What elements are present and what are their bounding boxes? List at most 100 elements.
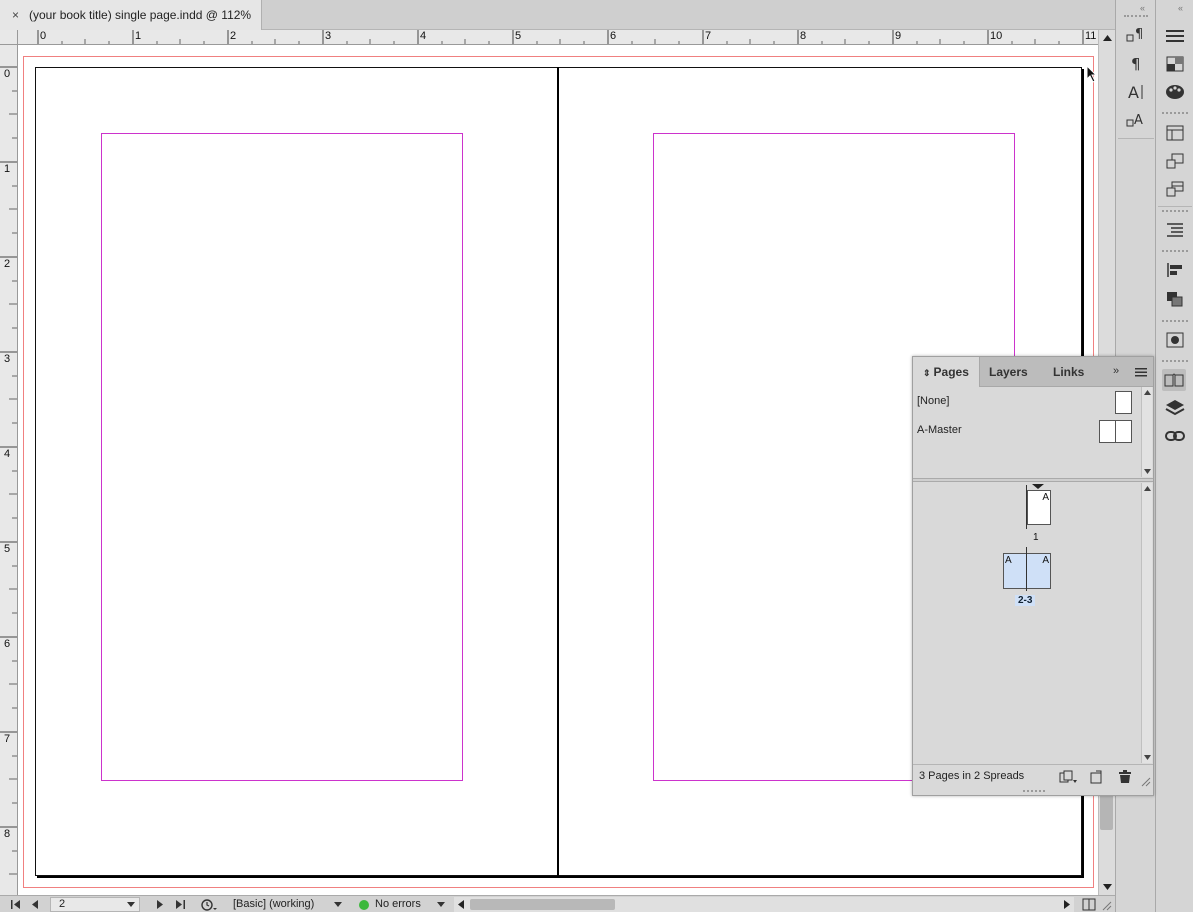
panel-section-divider[interactable] (913, 478, 1153, 482)
object-styles-icon[interactable] (1163, 150, 1187, 172)
next-page-icon[interactable] (155, 899, 165, 910)
master-none[interactable]: [None] (917, 395, 949, 407)
collapse-dock-icon[interactable]: « (1178, 3, 1183, 13)
scroll-up-arrow-icon[interactable] (1099, 32, 1116, 44)
pages-scrollbar[interactable] (1141, 483, 1152, 763)
double-chevron-icon[interactable]: » (1113, 365, 1119, 377)
align-icon[interactable] (1163, 259, 1187, 281)
scroll-right-arrow-icon[interactable] (1062, 899, 1072, 910)
left-page-margin-guide (101, 133, 463, 781)
ruler-label: 0 (40, 30, 47, 42)
page-1-label[interactable]: 1 (1033, 532, 1039, 543)
master-a-right-thumbnail[interactable] (1115, 420, 1132, 443)
dock-grip[interactable] (1162, 320, 1188, 324)
dock-grip[interactable] (1162, 360, 1188, 364)
spread-2-3-thumbnail[interactable]: A A (1003, 553, 1051, 589)
page-2-master-prefix: A (1005, 555, 1012, 566)
effects-icon[interactable] (1163, 329, 1187, 351)
paragraph-style-icon[interactable]: ¶ (1124, 24, 1148, 46)
menu-icon[interactable] (1163, 25, 1187, 47)
paragraph-icon[interactable]: ¶ (1124, 53, 1148, 75)
edit-page-size-icon[interactable] (1059, 770, 1077, 784)
master-a[interactable]: A-Master (917, 424, 962, 436)
pages-panel-footer: 3 Pages in 2 Spreads (913, 764, 1153, 788)
swatches-icon[interactable] (1163, 53, 1187, 75)
vertical-ruler[interactable]: 0 1 2 3 4 5 6 7 8 (0, 45, 18, 895)
new-page-icon[interactable] (1089, 770, 1103, 784)
dock-grip[interactable] (1124, 15, 1148, 19)
pages-panel: ⇕ Pages Layers Links » [None] A-Master A … (912, 356, 1154, 796)
tab-layers[interactable]: Layers (979, 357, 1038, 387)
panel-resize-grip[interactable] (1023, 790, 1045, 794)
svg-text:¶: ¶ (1135, 27, 1143, 42)
preflight-history-icon[interactable] (200, 898, 218, 911)
panel-menu-icon[interactable] (1135, 368, 1147, 377)
scroll-down-arrow-icon[interactable] (1143, 468, 1152, 475)
page-1-master-prefix: A (1042, 492, 1049, 503)
spine-line (1026, 547, 1027, 591)
horizontal-scroll-thumb[interactable] (470, 899, 615, 910)
first-page-icon[interactable] (10, 899, 22, 910)
pages-icon[interactable] (1162, 369, 1186, 391)
dock-divider (1118, 138, 1154, 139)
mouse-cursor-icon (1086, 65, 1098, 83)
page-1-thumbnail[interactable]: A (1027, 490, 1051, 525)
document-tab[interactable]: × (your book title) single page.indd @ 1… (0, 0, 262, 30)
pages-list: A 1 A A 2-3 (913, 483, 1141, 763)
close-tab-icon[interactable]: × (12, 8, 19, 22)
table-icon[interactable] (1163, 122, 1187, 144)
character-icon[interactable]: A (1124, 81, 1148, 103)
cell-styles-icon[interactable] (1163, 178, 1187, 200)
preflight-status[interactable]: No errors (375, 897, 421, 912)
text-wrap-icon[interactable] (1163, 219, 1187, 241)
ruler-label: 4 (4, 448, 11, 460)
ruler-label: 7 (4, 733, 11, 745)
dock-grip[interactable] (1162, 112, 1188, 116)
svg-text:¶: ¶ (1131, 55, 1141, 73)
preflight-profile[interactable]: [Basic] (working) (233, 897, 314, 912)
layers-icon[interactable] (1163, 397, 1187, 419)
scroll-up-arrow-icon[interactable] (1143, 389, 1152, 396)
tab-links[interactable]: Links (1043, 357, 1094, 387)
page-number-field[interactable]: 2 (50, 897, 140, 912)
previous-page-icon[interactable] (30, 899, 40, 910)
dock-grip[interactable] (1162, 250, 1188, 254)
dock-grip[interactable] (1162, 210, 1188, 214)
expand-toggle-icon[interactable]: ⇕ (923, 368, 931, 378)
masters-scrollbar[interactable] (1141, 387, 1152, 477)
master-none-thumbnail[interactable] (1115, 391, 1132, 414)
horizontal-ruler[interactable]: 0 1 2 3 4 5 6 7 8 9 10 11 (18, 30, 1098, 45)
master-a-left-thumbnail[interactable] (1099, 420, 1116, 443)
scroll-down-arrow-icon[interactable] (1143, 754, 1152, 761)
ruler-origin[interactable] (0, 30, 18, 45)
scroll-down-arrow-icon[interactable] (1099, 881, 1116, 893)
ruler-label: 5 (515, 30, 522, 42)
scroll-up-arrow-icon[interactable] (1143, 485, 1152, 492)
last-page-icon[interactable] (174, 899, 186, 910)
chevron-down-icon[interactable] (437, 901, 445, 908)
ruler-label: 2 (230, 30, 237, 42)
split-window-icon[interactable] (1082, 898, 1096, 911)
tab-links-label: Links (1053, 365, 1085, 379)
chevron-down-icon[interactable] (334, 901, 342, 908)
resize-grip-icon[interactable] (1139, 775, 1151, 787)
collapse-dock-icon[interactable]: « (1140, 3, 1145, 13)
ruler-label: 0 (4, 68, 11, 80)
spread-2-3-label[interactable]: 2-3 (1015, 595, 1036, 606)
trash-icon[interactable] (1118, 770, 1132, 784)
pathfinder-icon[interactable] (1163, 288, 1187, 310)
ruler-label: 10 (990, 30, 1003, 42)
master-none-label: [None] (917, 395, 950, 407)
scroll-left-arrow-icon[interactable] (456, 899, 466, 910)
color-icon[interactable] (1163, 81, 1187, 103)
vertical-scroll-thumb[interactable] (1100, 790, 1113, 830)
tab-pages[interactable]: ⇕ Pages (913, 357, 980, 387)
chevron-down-icon[interactable] (127, 901, 135, 908)
master-a-label: A-Master (917, 424, 962, 436)
character-style-icon[interactable]: A (1124, 109, 1148, 131)
page-3-master-prefix: A (1042, 555, 1049, 566)
ruler-label: 8 (800, 30, 807, 42)
resize-grip-icon[interactable] (1100, 899, 1112, 911)
ruler-label: 8 (4, 828, 11, 840)
links-icon[interactable] (1163, 425, 1187, 447)
